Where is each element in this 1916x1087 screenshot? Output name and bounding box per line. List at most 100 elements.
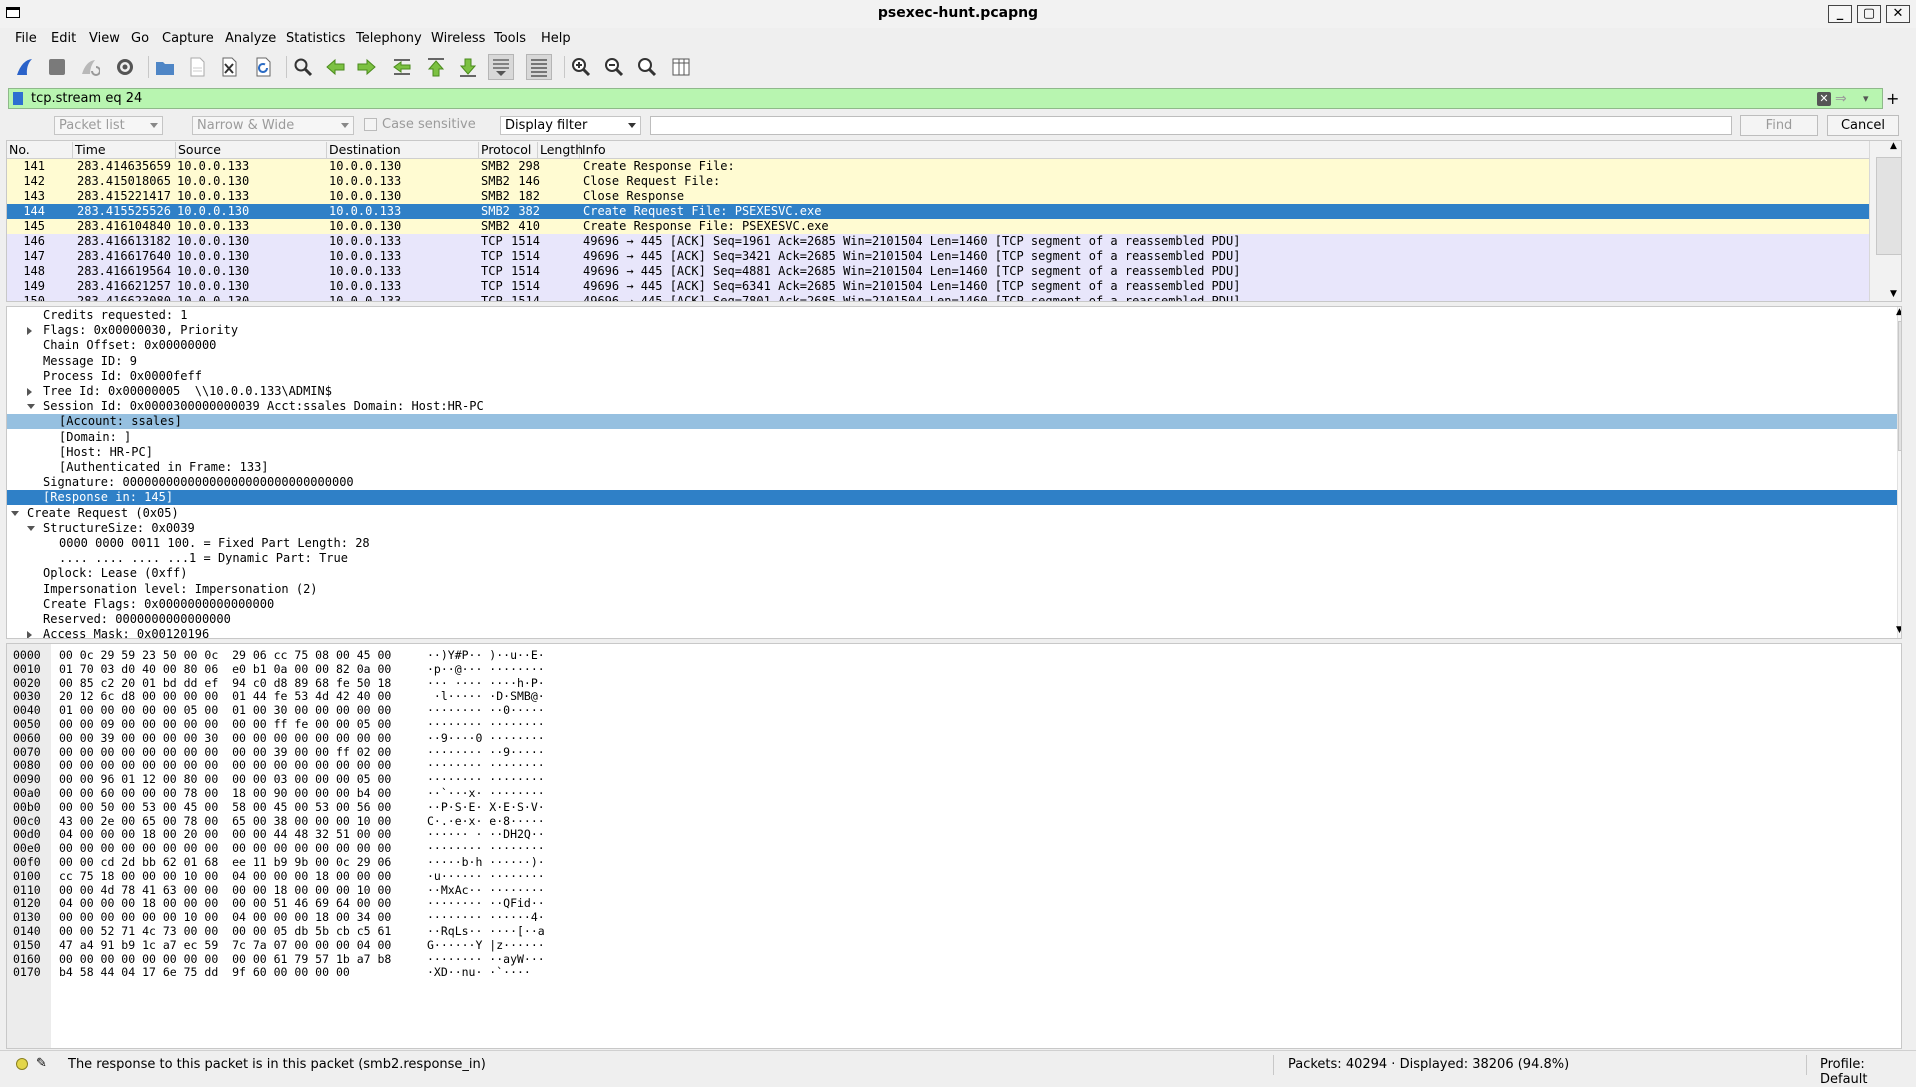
bytes-hex[interactable]: 04 00 00 00 18 00 20 00 00 00 44 48 32 5… bbox=[59, 827, 391, 841]
colorize-icon[interactable] bbox=[526, 54, 552, 80]
packet-list-scrollbar[interactable]: ▲ ▼ bbox=[1869, 141, 1901, 301]
packet-row[interactable]: 148 283.416619564 10.0.0.130 10.0.0.133 TCP 1… bbox=[7, 264, 1869, 279]
bytes-off[interactable]: 0170 bbox=[13, 965, 41, 979]
bytes-off[interactable]: 0050 bbox=[13, 717, 41, 731]
col-destination[interactable]: Destination bbox=[327, 142, 479, 158]
bookmark-icon[interactable] bbox=[13, 92, 23, 105]
bytes-ascii[interactable]: ·u······ ········ bbox=[427, 869, 545, 883]
minimize-button[interactable]: _ bbox=[1828, 5, 1852, 23]
detail-row[interactable]: Chain Offset: 0x00000000 bbox=[7, 338, 1897, 353]
bytes-ascii[interactable]: ·XD··nu· ·`···· bbox=[427, 965, 531, 979]
scroll-down-icon[interactable]: ▼ bbox=[1896, 625, 1901, 635]
bytes-off[interactable]: 0070 bbox=[13, 745, 41, 759]
profile-label[interactable]: Profile: Default bbox=[1820, 1057, 1916, 1087]
detail-row[interactable]: [Authenticated in Frame: 133] bbox=[7, 460, 1897, 475]
search-in-combo[interactable]: Packet list bbox=[54, 116, 163, 135]
bytes-hex[interactable]: 00 85 c2 20 01 bd dd ef 94 c0 d8 89 68 f… bbox=[59, 676, 391, 690]
packet-row[interactable]: 145 283.416104840 10.0.0.133 10.0.0.130 SMB2… bbox=[7, 219, 1869, 234]
packet-row[interactable]: 149 283.416621257 10.0.0.130 10.0.0.133 TCP 1… bbox=[7, 279, 1869, 294]
detail-row[interactable]: Signature: 00000000000000000000000000000… bbox=[7, 475, 1897, 490]
col-protocol[interactable]: Protocol bbox=[479, 142, 538, 158]
packet-row[interactable]: 142 283.415018065 10.0.0.130 10.0.0.133 SMB2… bbox=[7, 174, 1869, 189]
bytes-hex[interactable]: 00 00 00 00 00 00 00 00 00 00 00 00 00 0… bbox=[59, 758, 391, 772]
bytes-ascii[interactable]: ········ ········ bbox=[427, 758, 545, 772]
col-no[interactable]: No. bbox=[7, 142, 73, 158]
add-filter-button-icon[interactable]: + bbox=[1886, 89, 1899, 108]
col-time[interactable]: Time bbox=[73, 142, 176, 158]
details-scrollbar[interactable]: ▲ ▼ bbox=[1896, 307, 1901, 638]
go-forward-icon[interactable] bbox=[354, 54, 380, 80]
detail-row[interactable]: Create Flags: 0x0000000000000000 bbox=[7, 597, 1897, 612]
bytes-ascii[interactable]: ········ ··0····· bbox=[427, 703, 545, 717]
bytes-hex[interactable]: 00 00 60 00 00 00 78 00 18 00 90 00 00 0… bbox=[59, 786, 391, 800]
bytes-off[interactable]: 00e0 bbox=[13, 841, 41, 855]
col-source[interactable]: Source bbox=[176, 142, 327, 158]
detail-row[interactable]: Credits requested: 1 bbox=[7, 308, 1897, 323]
find-icon[interactable] bbox=[290, 54, 316, 80]
bytes-hex[interactable]: 01 00 00 00 00 00 05 00 01 00 30 00 00 0… bbox=[59, 703, 391, 717]
packet-row[interactable]: 141 283.414635659 10.0.0.133 10.0.0.130 SMB2… bbox=[7, 159, 1869, 174]
bytes-ascii[interactable]: ·l····· ·D·SMB@· bbox=[427, 689, 545, 703]
bytes-off[interactable]: 00f0 bbox=[13, 855, 41, 869]
menu-statistics[interactable]: Statistics bbox=[286, 31, 345, 46]
collapse-triangle-icon[interactable] bbox=[27, 525, 35, 531]
detail-row[interactable]: [Response in: 145] bbox=[7, 490, 1897, 506]
bytes-ascii[interactable]: ········ ········ bbox=[427, 772, 545, 786]
maximize-button[interactable]: ▢ bbox=[1857, 5, 1881, 23]
bytes-ascii[interactable]: ·p··@··· ········ bbox=[427, 662, 545, 676]
bytes-ascii[interactable]: ··MxAc·· ········ bbox=[427, 883, 545, 897]
open-folder-icon[interactable] bbox=[152, 54, 178, 80]
detail-row[interactable]: Flags: 0x00000030, Priority bbox=[7, 323, 1897, 338]
details-scroll-thumb[interactable] bbox=[1898, 321, 1901, 451]
bytes-off[interactable]: 00b0 bbox=[13, 800, 41, 814]
collapse-triangle-icon[interactable] bbox=[27, 404, 35, 410]
expert-info-icon[interactable] bbox=[16, 1058, 28, 1070]
packet-list[interactable]: No. Time Source Destination Protocol Len… bbox=[6, 140, 1902, 302]
bytes-off[interactable]: 0030 bbox=[13, 689, 41, 703]
bytes-hex[interactable]: 00 00 00 00 00 00 00 00 00 00 39 00 00 f… bbox=[59, 745, 391, 759]
save-file-icon[interactable] bbox=[184, 54, 210, 80]
bytes-off[interactable]: 0020 bbox=[13, 676, 41, 690]
find-text-input[interactable] bbox=[650, 116, 1732, 135]
bytes-hex[interactable]: cc 75 18 00 00 00 10 00 04 00 00 00 18 0… bbox=[59, 869, 391, 883]
bytes-off[interactable]: 0060 bbox=[13, 731, 41, 745]
bytes-ascii[interactable]: ········ ······4· bbox=[427, 910, 545, 924]
bytes-off[interactable]: 0080 bbox=[13, 758, 41, 772]
bytes-ascii[interactable]: C·.·e·x· e·8····· bbox=[427, 814, 545, 828]
bytes-ascii[interactable]: ········ ··9····· bbox=[427, 745, 545, 759]
bytes-off[interactable]: 0120 bbox=[13, 896, 41, 910]
bytes-ascii[interactable]: ········ ··ayW··· bbox=[427, 952, 545, 966]
packet-row[interactable]: 144 283.415525526 10.0.0.130 10.0.0.133 SMB2… bbox=[7, 204, 1869, 219]
detail-row[interactable]: 0000 0000 0011 100. = Fixed Part Length:… bbox=[7, 536, 1897, 551]
first-packet-icon[interactable] bbox=[423, 54, 449, 80]
packet-bytes-pane[interactable]: 0000 00 0c 29 59 23 50 00 0c 29 06 cc 75 … bbox=[6, 643, 1902, 1049]
restart-icon[interactable] bbox=[76, 54, 102, 80]
clear-filter-icon[interactable]: ✕ bbox=[1817, 92, 1831, 106]
bytes-hex[interactable]: 00 00 96 01 12 00 80 00 00 00 03 00 00 0… bbox=[59, 772, 391, 786]
bytes-hex[interactable]: 43 00 2e 00 65 00 78 00 65 00 38 00 00 0… bbox=[59, 814, 391, 828]
bytes-hex[interactable]: 47 a4 91 b9 1c a7 ec 59 7c 7a 07 00 00 0… bbox=[59, 938, 391, 952]
bytes-ascii[interactable]: ········ ········ bbox=[427, 841, 545, 855]
bytes-hex[interactable]: 00 0c 29 59 23 50 00 0c 29 06 cc 75 08 0… bbox=[59, 648, 391, 662]
menu-tools[interactable]: Tools bbox=[494, 31, 526, 46]
bytes-off[interactable]: 0040 bbox=[13, 703, 41, 717]
detail-row[interactable]: [Domain: ] bbox=[7, 430, 1897, 445]
menu-analyze[interactable]: Analyze bbox=[225, 31, 276, 46]
menu-telephony[interactable]: Telephony bbox=[356, 31, 422, 46]
detail-row[interactable]: [Host: HR-PC] bbox=[7, 445, 1897, 460]
packet-row[interactable]: 150 283.416623080 10.0.0.130 10.0.0.133 TCP 1… bbox=[7, 294, 1869, 301]
bytes-off[interactable]: 0010 bbox=[13, 662, 41, 676]
detail-row[interactable]: Access Mask: 0x00120196 bbox=[7, 627, 1897, 638]
reload-icon[interactable] bbox=[250, 54, 276, 80]
bytes-off[interactable]: 0090 bbox=[13, 772, 41, 786]
zoom-in-icon[interactable] bbox=[568, 54, 594, 80]
close-file-icon[interactable] bbox=[216, 54, 242, 80]
find-button[interactable]: Find bbox=[1740, 115, 1818, 136]
menu-go[interactable]: Go bbox=[131, 31, 149, 46]
go-to-packet-icon[interactable] bbox=[389, 54, 415, 80]
bytes-ascii[interactable]: ········ ········ bbox=[427, 717, 545, 731]
filter-history-icon[interactable]: ▾ bbox=[1863, 92, 1873, 106]
packet-row[interactable]: 146 283.416613182 10.0.0.130 10.0.0.133 TCP 1… bbox=[7, 234, 1869, 249]
shark-fin-start-icon[interactable] bbox=[12, 54, 38, 80]
bytes-hex[interactable]: 01 70 03 d0 40 00 80 06 e0 b1 0a 00 00 8… bbox=[59, 662, 391, 676]
